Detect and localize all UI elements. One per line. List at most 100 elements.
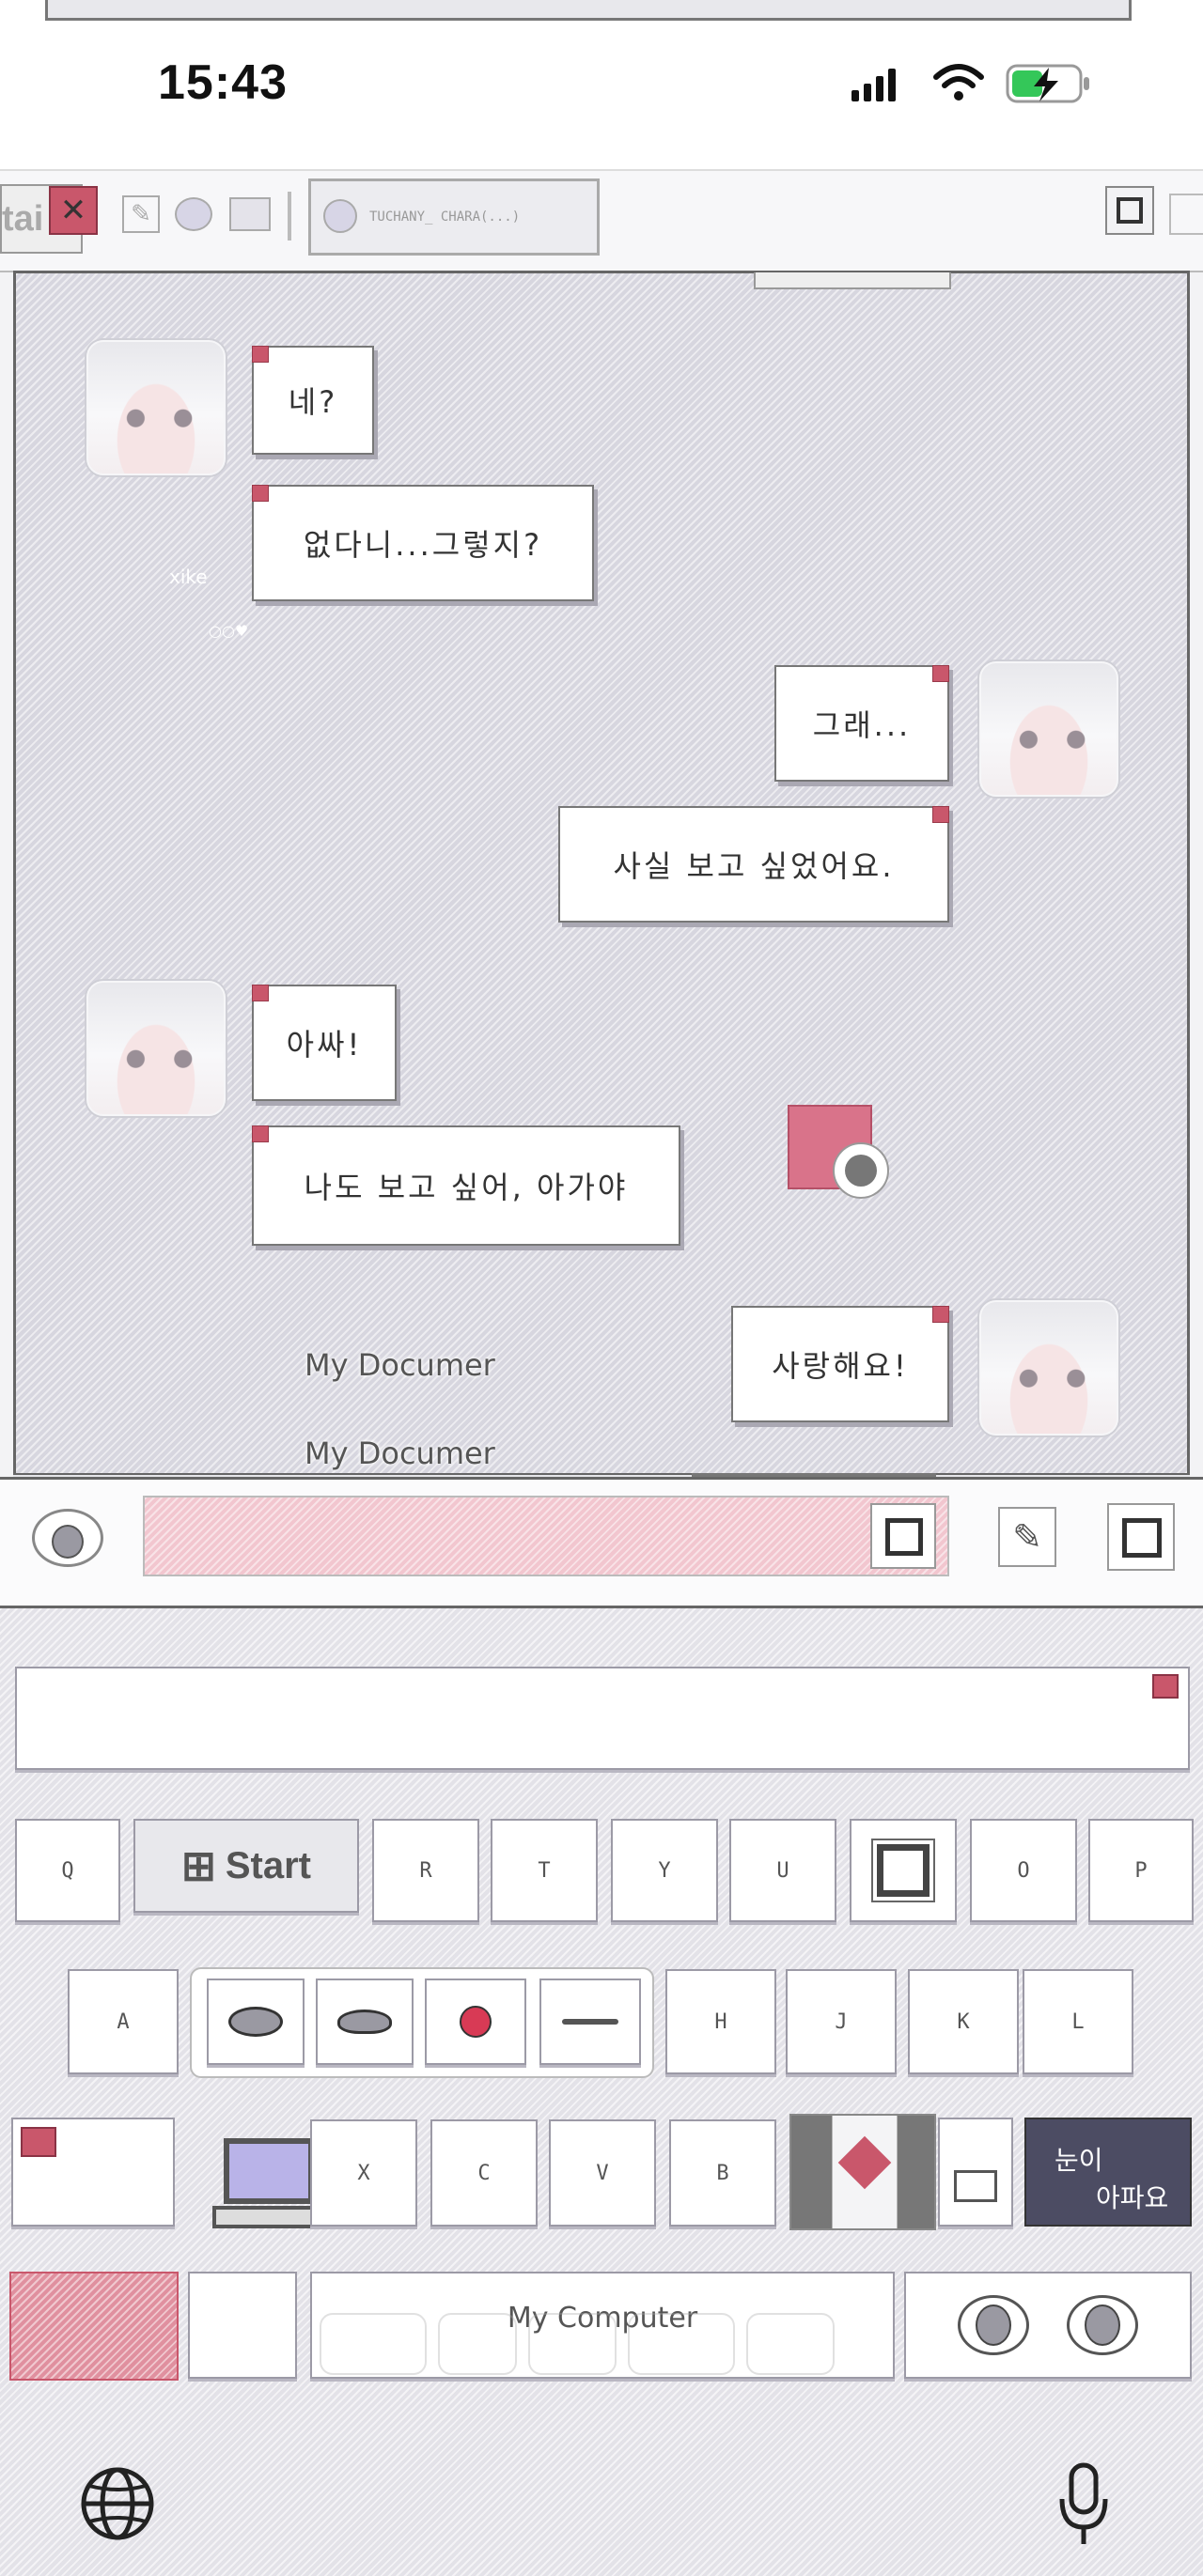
bubble-corner-mark xyxy=(252,985,269,1001)
shift-mark-icon xyxy=(21,2127,56,2157)
message-text: 네? xyxy=(288,384,338,420)
faint-sticker xyxy=(746,2313,835,2375)
faint-sticker xyxy=(438,2313,517,2375)
edit-note-icon[interactable]: ✎ xyxy=(998,1507,1056,1567)
key-r[interactable]: R xyxy=(372,1819,479,1922)
key-v[interactable]: V xyxy=(549,2119,656,2227)
key-label: O xyxy=(1017,1858,1030,1883)
key-label: K xyxy=(957,2010,970,2034)
eye-sticker-4[interactable] xyxy=(539,1979,641,2065)
key-q[interactable]: Q xyxy=(15,1819,120,1922)
start-fragment-label: tai xyxy=(2,198,44,239)
key-a[interactable]: A xyxy=(68,1969,179,2074)
faint-sticker-row xyxy=(320,2313,883,2375)
message-bubble-incoming: 나도 보고 싶어, 아가야 xyxy=(252,1125,680,1246)
pupil xyxy=(976,2304,1011,2346)
key-label: A xyxy=(117,2010,130,2034)
eye-button[interactable] xyxy=(32,1509,103,1567)
key-y[interactable]: Y xyxy=(611,1819,718,1922)
eye-sticker-1[interactable] xyxy=(207,1979,305,2065)
my-documents-label: My Documer xyxy=(305,1347,495,1383)
monitor-icon[interactable] xyxy=(229,197,271,231)
key-c[interactable]: C xyxy=(430,2119,538,2227)
key-u[interactable]: U xyxy=(729,1819,836,1922)
message-bubble-outgoing: 사랑해요! xyxy=(731,1306,949,1422)
key-l[interactable]: L xyxy=(1023,1969,1133,2074)
faint-sticker xyxy=(528,2313,617,2375)
pointing-hand-icon[interactable] xyxy=(833,1142,889,1199)
dark-return-key[interactable]: 눈이 아파요 xyxy=(1024,2118,1192,2227)
key-h[interactable]: H xyxy=(665,1969,776,2074)
key-label: C xyxy=(477,2161,491,2185)
input-window-button[interactable] xyxy=(870,1503,936,1569)
hand-shape xyxy=(845,1155,877,1187)
key-label: U xyxy=(776,1858,789,1883)
uniform-sticker[interactable] xyxy=(789,2114,936,2230)
bubble-corner-mark xyxy=(252,1125,269,1142)
window-button[interactable] xyxy=(1107,1503,1175,1571)
faint-sticker xyxy=(628,2313,735,2375)
key-label: J xyxy=(835,2010,848,2034)
key-label: L xyxy=(1071,2010,1085,2034)
eye-icon xyxy=(1067,2295,1138,2355)
start-key[interactable]: ⊞ Start xyxy=(133,1819,359,1913)
closed-eye-icon xyxy=(562,2019,618,2025)
wifi-icon xyxy=(933,64,984,101)
close-icon[interactable]: ✕ xyxy=(49,186,98,235)
heart-dots-icon: ○○♥ xyxy=(209,622,249,640)
key-p[interactable]: P xyxy=(1088,1819,1194,1922)
half-eye-icon xyxy=(337,2010,392,2034)
message-text: 사실 보고 싶었어요. xyxy=(613,848,895,884)
pupil xyxy=(1085,2304,1120,2346)
eye-sticker-3[interactable] xyxy=(425,1979,526,2065)
dark-key-line2: 아파요 xyxy=(1096,2182,1169,2213)
key-label: X xyxy=(357,2161,370,2185)
key-label: V xyxy=(596,2161,609,2185)
eyes-key[interactable] xyxy=(904,2272,1192,2379)
taskbar-overflow xyxy=(1169,194,1203,235)
dark-key-line1: 눈이 xyxy=(1055,2145,1103,2176)
key-label: B xyxy=(716,2161,729,2185)
bubble-corner-mark xyxy=(252,485,269,502)
key-k[interactable]: K xyxy=(908,1969,1019,2074)
key-b[interactable]: B xyxy=(669,2119,776,2227)
eye-icon xyxy=(228,2007,283,2037)
delete-icon xyxy=(954,2170,997,2202)
microphone-icon[interactable] xyxy=(1055,2461,1113,2548)
blank-key[interactable] xyxy=(188,2272,297,2379)
avatar xyxy=(86,340,226,475)
key-t[interactable]: T xyxy=(491,1819,598,1922)
key-label: Y xyxy=(658,1858,671,1883)
suggestion-bar[interactable] xyxy=(15,1667,1190,1770)
key-j[interactable]: J xyxy=(786,1969,897,2074)
message-text: 나도 보고 싶어, 아가야 xyxy=(304,1170,629,1205)
key-x[interactable]: X xyxy=(310,2119,417,2227)
edit-icon[interactable]: ✎ xyxy=(122,195,160,233)
maximize-button[interactable] xyxy=(1105,186,1154,235)
key-label: Q xyxy=(61,1858,74,1883)
message-bubble-outgoing: 사실 보고 싶었어요. xyxy=(558,806,949,923)
bubble-corner-mark xyxy=(252,346,269,363)
message-bubble-incoming: 없다니...그렇지? xyxy=(252,485,594,601)
pink-key[interactable] xyxy=(9,2272,179,2381)
faint-sticker xyxy=(320,2313,427,2375)
battery-charging-icon xyxy=(1006,64,1089,103)
browser-icon[interactable] xyxy=(175,197,212,231)
eye-icon xyxy=(958,2295,1029,2355)
message-text: 사랑해요! xyxy=(772,1348,909,1384)
laptop-base xyxy=(212,2206,325,2228)
window-icon xyxy=(877,1844,930,1897)
message-input[interactable] xyxy=(143,1496,949,1576)
suggestion-close-icon[interactable] xyxy=(1152,1674,1179,1699)
message-bubble-incoming: 아싸! xyxy=(252,985,397,1101)
key-window[interactable] xyxy=(850,1819,957,1922)
globe-icon[interactable] xyxy=(79,2465,156,2542)
key-o[interactable]: O xyxy=(970,1819,1077,1922)
windows-flag-icon: ⊞ xyxy=(180,1842,216,1889)
partial-bubble xyxy=(754,272,951,289)
window-icon xyxy=(1122,1518,1162,1558)
delete-key[interactable] xyxy=(938,2118,1013,2227)
taskbar-tab-label: TUCHANY_ CHARA(...) xyxy=(369,209,521,225)
message-text: 그래... xyxy=(812,707,912,743)
eye-sticker-2[interactable] xyxy=(316,1979,414,2065)
